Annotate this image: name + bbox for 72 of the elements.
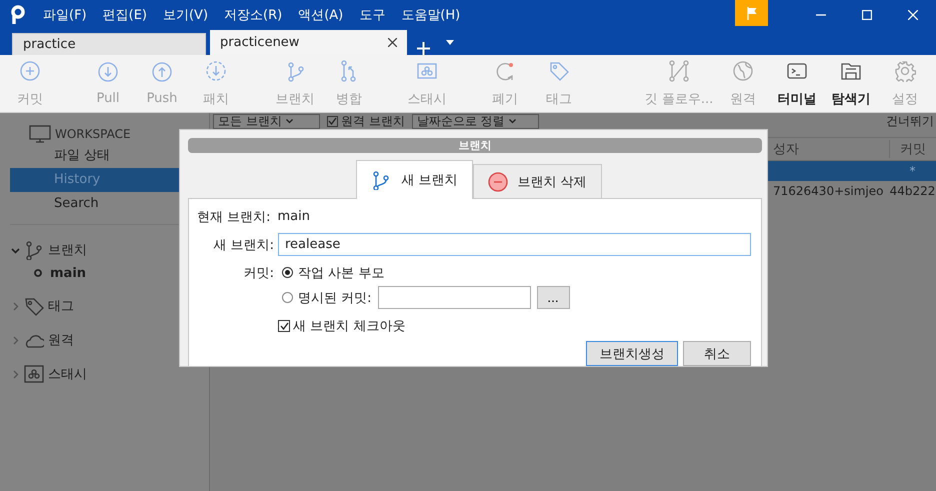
menu-item[interactable]: 액션(A) <box>290 6 352 24</box>
branch-name-field[interactable]: realease <box>278 233 751 256</box>
section-header: WORKSPACE <box>55 127 131 141</box>
radio-button[interactable] <box>282 292 293 303</box>
toolbar-button[interactable]: 터미널 <box>770 60 824 108</box>
menu-item[interactable]: 보기(V) <box>154 6 216 24</box>
skip-label: 건너뛰기 <box>886 112 934 130</box>
table-cell-text: * <box>908 164 916 178</box>
table-cell: 44b222 <box>889 184 936 198</box>
sidebar-section[interactable]: 브랜치 <box>48 241 87 259</box>
sidebar-section[interactable]: 스태시 <box>48 365 87 383</box>
menu-item[interactable]: 저장소(R) <box>216 6 290 24</box>
caret-down-icon <box>446 40 454 45</box>
maximize-icon <box>862 10 872 20</box>
check-icon <box>280 322 288 330</box>
tag-icon <box>24 296 44 316</box>
flow-icon <box>668 60 690 82</box>
dialog-tab[interactable]: 새 브랜치 <box>356 160 472 199</box>
dropdown[interactable]: 모든 브랜치 <box>213 114 320 128</box>
radio-button[interactable] <box>282 267 293 278</box>
checkbox[interactable]: 원격 브랜치 <box>327 112 405 130</box>
down-arrow-circle-icon <box>97 61 119 83</box>
circle-icon <box>34 269 42 277</box>
toolbar-button[interactable]: 탐색기 <box>824 60 878 108</box>
sidebar-section[interactable]: 태그 <box>48 297 74 315</box>
dialog-button[interactable]: 브랜치생성 <box>586 341 678 366</box>
repo-tab[interactable]: practicenew <box>210 30 407 55</box>
menu-item[interactable]: 도움말(H) <box>393 6 468 24</box>
column-header[interactable]: 성자 <box>773 140 889 158</box>
check-icon <box>328 117 337 125</box>
field-label: 커밋: <box>242 264 275 282</box>
tab-list-button[interactable] <box>446 40 454 45</box>
monitor-icon <box>29 125 51 143</box>
column-header[interactable]: 커밋 <box>889 140 936 158</box>
dialog-tab[interactable]: 브랜치 삭제 <box>472 164 602 198</box>
commit-field[interactable] <box>378 286 531 309</box>
logo-icon <box>11 5 25 25</box>
menu-item[interactable]: 도구 <box>351 6 394 24</box>
table-cell-text: 71626430+simjeo <box>773 184 884 198</box>
stash-icon <box>24 364 44 384</box>
radio-option[interactable]: 작업 사본 부모 <box>282 264 384 282</box>
close-icon <box>388 38 397 47</box>
current-branch-value: main <box>278 209 310 224</box>
dropdown[interactable]: 날짜순으로 정렬 <box>412 114 539 128</box>
field-label: 현재 브랜치: <box>197 208 272 226</box>
repo-tab[interactable]: practice <box>12 33 206 55</box>
globe-icon <box>732 60 754 82</box>
up-arrow-circle-icon <box>151 61 173 83</box>
flag-icon <box>746 6 756 20</box>
sidebar-section[interactable]: 원격 <box>48 331 74 349</box>
browse-button[interactable]: ... <box>536 286 570 309</box>
field-label: 새 브랜치: <box>212 236 275 254</box>
checkbox[interactable]: 새 브랜치 체크아웃 <box>278 316 406 334</box>
checkbox-box[interactable] <box>278 320 290 332</box>
branch-icon <box>24 240 44 260</box>
tag-icon <box>548 60 570 82</box>
menu-item[interactable]: 파일(F) <box>35 6 95 24</box>
minus-circle-icon <box>488 172 508 192</box>
chevron-down-icon <box>508 118 516 124</box>
chevron-down-icon <box>286 118 293 124</box>
settings-icon <box>894 60 916 82</box>
dashed-circle-icon <box>205 60 227 82</box>
new-tab-button[interactable] <box>417 42 430 55</box>
menu-item[interactable]: 편집(E) <box>94 6 155 24</box>
branch-icon <box>371 170 392 190</box>
dialog-button[interactable]: 취소 <box>683 341 751 366</box>
plus-circle-icon <box>19 60 41 82</box>
branch-item[interactable]: main <box>50 266 86 280</box>
close-tab-button[interactable] <box>388 38 397 47</box>
dialog-title: 브랜치 <box>188 138 762 153</box>
close-icon <box>908 10 918 20</box>
radio-option[interactable]: 명시된 커밋: <box>282 288 372 306</box>
